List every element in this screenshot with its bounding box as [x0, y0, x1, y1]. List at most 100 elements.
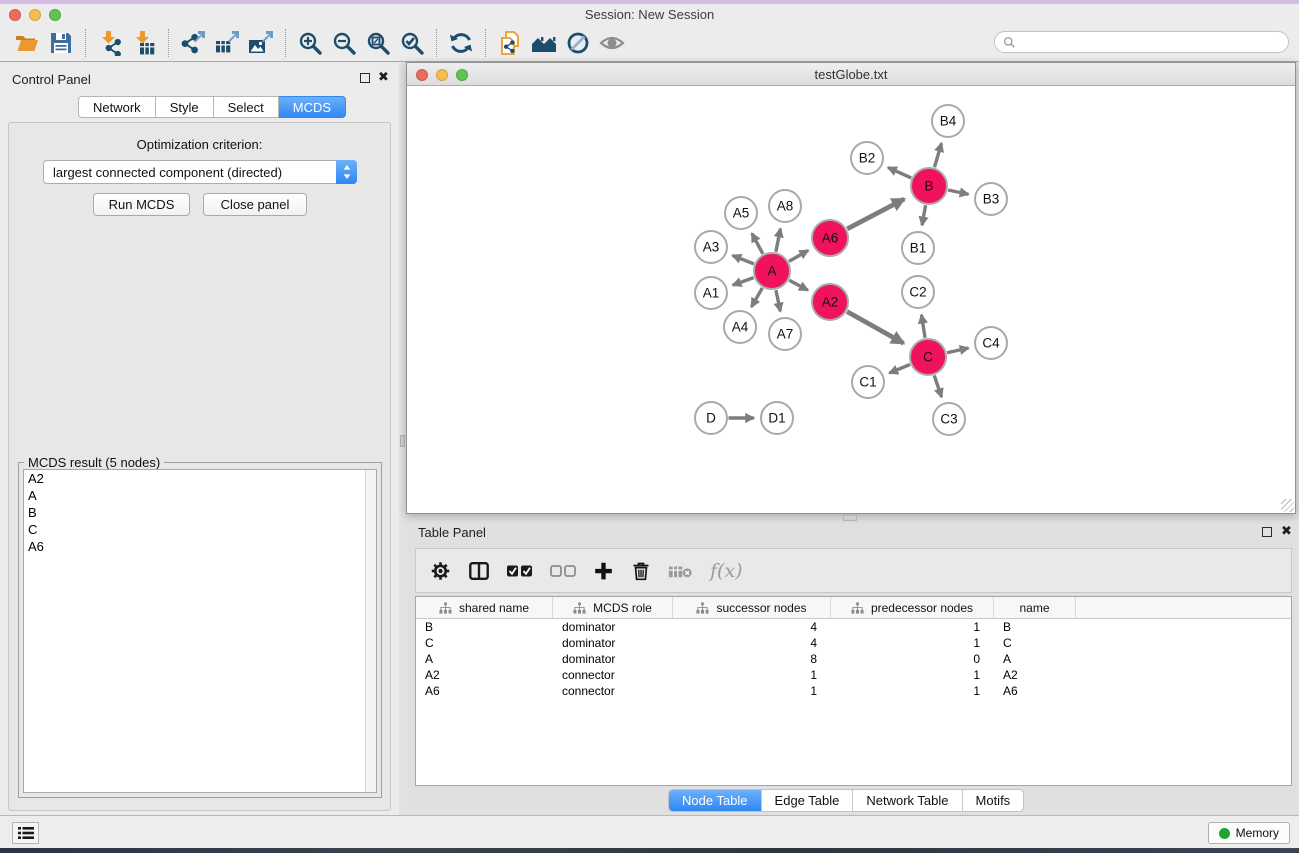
- tab-edge-table[interactable]: Edge Table: [761, 790, 853, 811]
- network-canvas[interactable]: A5A8A3A1A4A7AA6A2BB2B4B3B1C2CC4C1C3DD1: [407, 87, 1295, 513]
- cell-predecessor-nodes[interactable]: 0: [831, 652, 994, 666]
- select-all-button[interactable]: [507, 556, 533, 586]
- cell-name[interactable]: A: [994, 652, 1076, 666]
- tab-style[interactable]: Style: [156, 96, 214, 118]
- cell-name[interactable]: B: [994, 620, 1076, 634]
- mcds-result-item[interactable]: C: [24, 521, 376, 538]
- criterion-select[interactable]: largest connected component (directed): [43, 160, 357, 184]
- deselect-all-button[interactable]: [550, 556, 576, 586]
- column-header-successor-nodes[interactable]: successor nodes: [673, 597, 831, 618]
- cell-successor-nodes[interactable]: 4: [673, 620, 831, 634]
- cell-MCDS-role[interactable]: dominator: [553, 636, 673, 650]
- cell-shared-name[interactable]: A: [416, 652, 553, 666]
- cell-MCDS-role[interactable]: dominator: [553, 652, 673, 666]
- cell-MCDS-role[interactable]: connector: [553, 684, 673, 698]
- table-row[interactable]: Adominator80A: [416, 651, 1291, 667]
- new-network-from-selection-button[interactable]: [493, 28, 527, 58]
- hide-selected-button[interactable]: [561, 28, 595, 58]
- add-row-button[interactable]: [593, 556, 614, 586]
- export-table-button[interactable]: [210, 28, 244, 58]
- zoom-in-button[interactable]: [293, 28, 327, 58]
- graphics-details-button[interactable]: [595, 28, 629, 58]
- cell-successor-nodes[interactable]: 4: [673, 636, 831, 650]
- column-header-name[interactable]: name: [994, 597, 1076, 618]
- export-network-button[interactable]: [176, 28, 210, 58]
- import-table-button[interactable]: [127, 28, 161, 58]
- tab-node-table[interactable]: Node Table: [669, 790, 761, 811]
- mcds-result-item[interactable]: B: [24, 504, 376, 521]
- edge-B-B3[interactable]: [948, 190, 968, 194]
- mcds-result-item[interactable]: A2: [24, 470, 376, 487]
- tab-motifs[interactable]: Motifs: [962, 790, 1024, 811]
- edge-B-B4[interactable]: [934, 143, 941, 167]
- edge-A-A8[interactable]: [776, 229, 781, 252]
- cell-MCDS-role[interactable]: dominator: [553, 620, 673, 634]
- cell-name[interactable]: A6: [994, 684, 1076, 698]
- table-row[interactable]: Bdominator41B: [416, 619, 1291, 635]
- tab-select[interactable]: Select: [214, 96, 279, 118]
- cell-predecessor-nodes[interactable]: 1: [831, 668, 994, 682]
- close-panel-button[interactable]: Close panel: [203, 193, 307, 216]
- mcds-result-item[interactable]: A6: [24, 538, 376, 555]
- edge-A-A6[interactable]: [789, 250, 808, 261]
- edge-C-C1[interactable]: [889, 365, 910, 374]
- cell-predecessor-nodes[interactable]: 1: [831, 620, 994, 634]
- table-close-panel-icon[interactable]: ✖: [1281, 524, 1292, 539]
- memory-button[interactable]: Memory: [1208, 822, 1290, 844]
- cell-name[interactable]: A2: [994, 668, 1076, 682]
- cell-shared-name[interactable]: A6: [416, 684, 553, 698]
- edge-B-B2[interactable]: [888, 168, 911, 178]
- horizontal-splitter-handle[interactable]: [843, 515, 857, 521]
- cell-predecessor-nodes[interactable]: 1: [831, 684, 994, 698]
- edge-A2-C[interactable]: [847, 312, 904, 344]
- cell-shared-name[interactable]: C: [416, 636, 553, 650]
- table-row[interactable]: A6connector11A6: [416, 683, 1291, 699]
- tab-mcds[interactable]: MCDS: [279, 96, 346, 118]
- settings-button[interactable]: [430, 556, 451, 586]
- refresh-button[interactable]: [444, 28, 478, 58]
- edge-A-A4[interactable]: [751, 288, 762, 307]
- tab-network-table[interactable]: Network Table: [852, 790, 961, 811]
- tab-network[interactable]: Network: [78, 96, 156, 118]
- table-row[interactable]: Cdominator41C: [416, 635, 1291, 651]
- cell-shared-name[interactable]: B: [416, 620, 553, 634]
- vertical-splitter[interactable]: [399, 62, 406, 815]
- network-window-titlebar[interactable]: testGlobe.txt: [407, 63, 1295, 86]
- edge-B-B1[interactable]: [922, 205, 926, 225]
- cell-shared-name[interactable]: A2: [416, 668, 553, 682]
- first-neighbors-button[interactable]: [527, 28, 561, 58]
- save-session-button[interactable]: [44, 28, 78, 58]
- table-row[interactable]: A2connector11A2: [416, 667, 1291, 683]
- search-input[interactable]: [1016, 33, 1288, 51]
- edge-A6-B[interactable]: [847, 199, 904, 229]
- column-header-predecessor-nodes[interactable]: predecessor nodes: [831, 597, 994, 618]
- task-history-button[interactable]: [12, 822, 39, 844]
- window-resize-grip[interactable]: [1281, 499, 1294, 512]
- network-graph[interactable]: A5A8A3A1A4A7AA6A2BB2B4B3B1C2CC4C1C3DD1: [407, 87, 1295, 513]
- delete-button[interactable]: [631, 556, 651, 586]
- cell-predecessor-nodes[interactable]: 1: [831, 636, 994, 650]
- open-session-button[interactable]: [10, 28, 44, 58]
- mcds-result-item[interactable]: A: [24, 487, 376, 504]
- import-network-button[interactable]: [93, 28, 127, 58]
- edge-C-C4[interactable]: [947, 348, 968, 353]
- edge-A-A3[interactable]: [733, 255, 754, 263]
- cell-successor-nodes[interactable]: 1: [673, 668, 831, 682]
- edge-C-C2[interactable]: [922, 315, 926, 338]
- float-panel-icon[interactable]: [360, 73, 370, 83]
- edge-A-A7[interactable]: [776, 290, 780, 311]
- export-image-button[interactable]: [244, 28, 278, 58]
- edge-C-C3[interactable]: [934, 375, 941, 397]
- columns-button[interactable]: [468, 556, 490, 586]
- edge-A-A1[interactable]: [733, 278, 754, 286]
- splitter-handle[interactable]: [400, 435, 405, 447]
- cell-successor-nodes[interactable]: 8: [673, 652, 831, 666]
- zoom-out-button[interactable]: [327, 28, 361, 58]
- edge-A-A5[interactable]: [752, 233, 763, 253]
- cell-name[interactable]: C: [994, 636, 1076, 650]
- table-float-panel-icon[interactable]: [1262, 527, 1272, 537]
- zoom-selected-button[interactable]: [395, 28, 429, 58]
- close-panel-icon[interactable]: ✖: [378, 70, 389, 85]
- column-header-shared-name[interactable]: shared name: [416, 597, 553, 618]
- zoom-fit-button[interactable]: [361, 28, 395, 58]
